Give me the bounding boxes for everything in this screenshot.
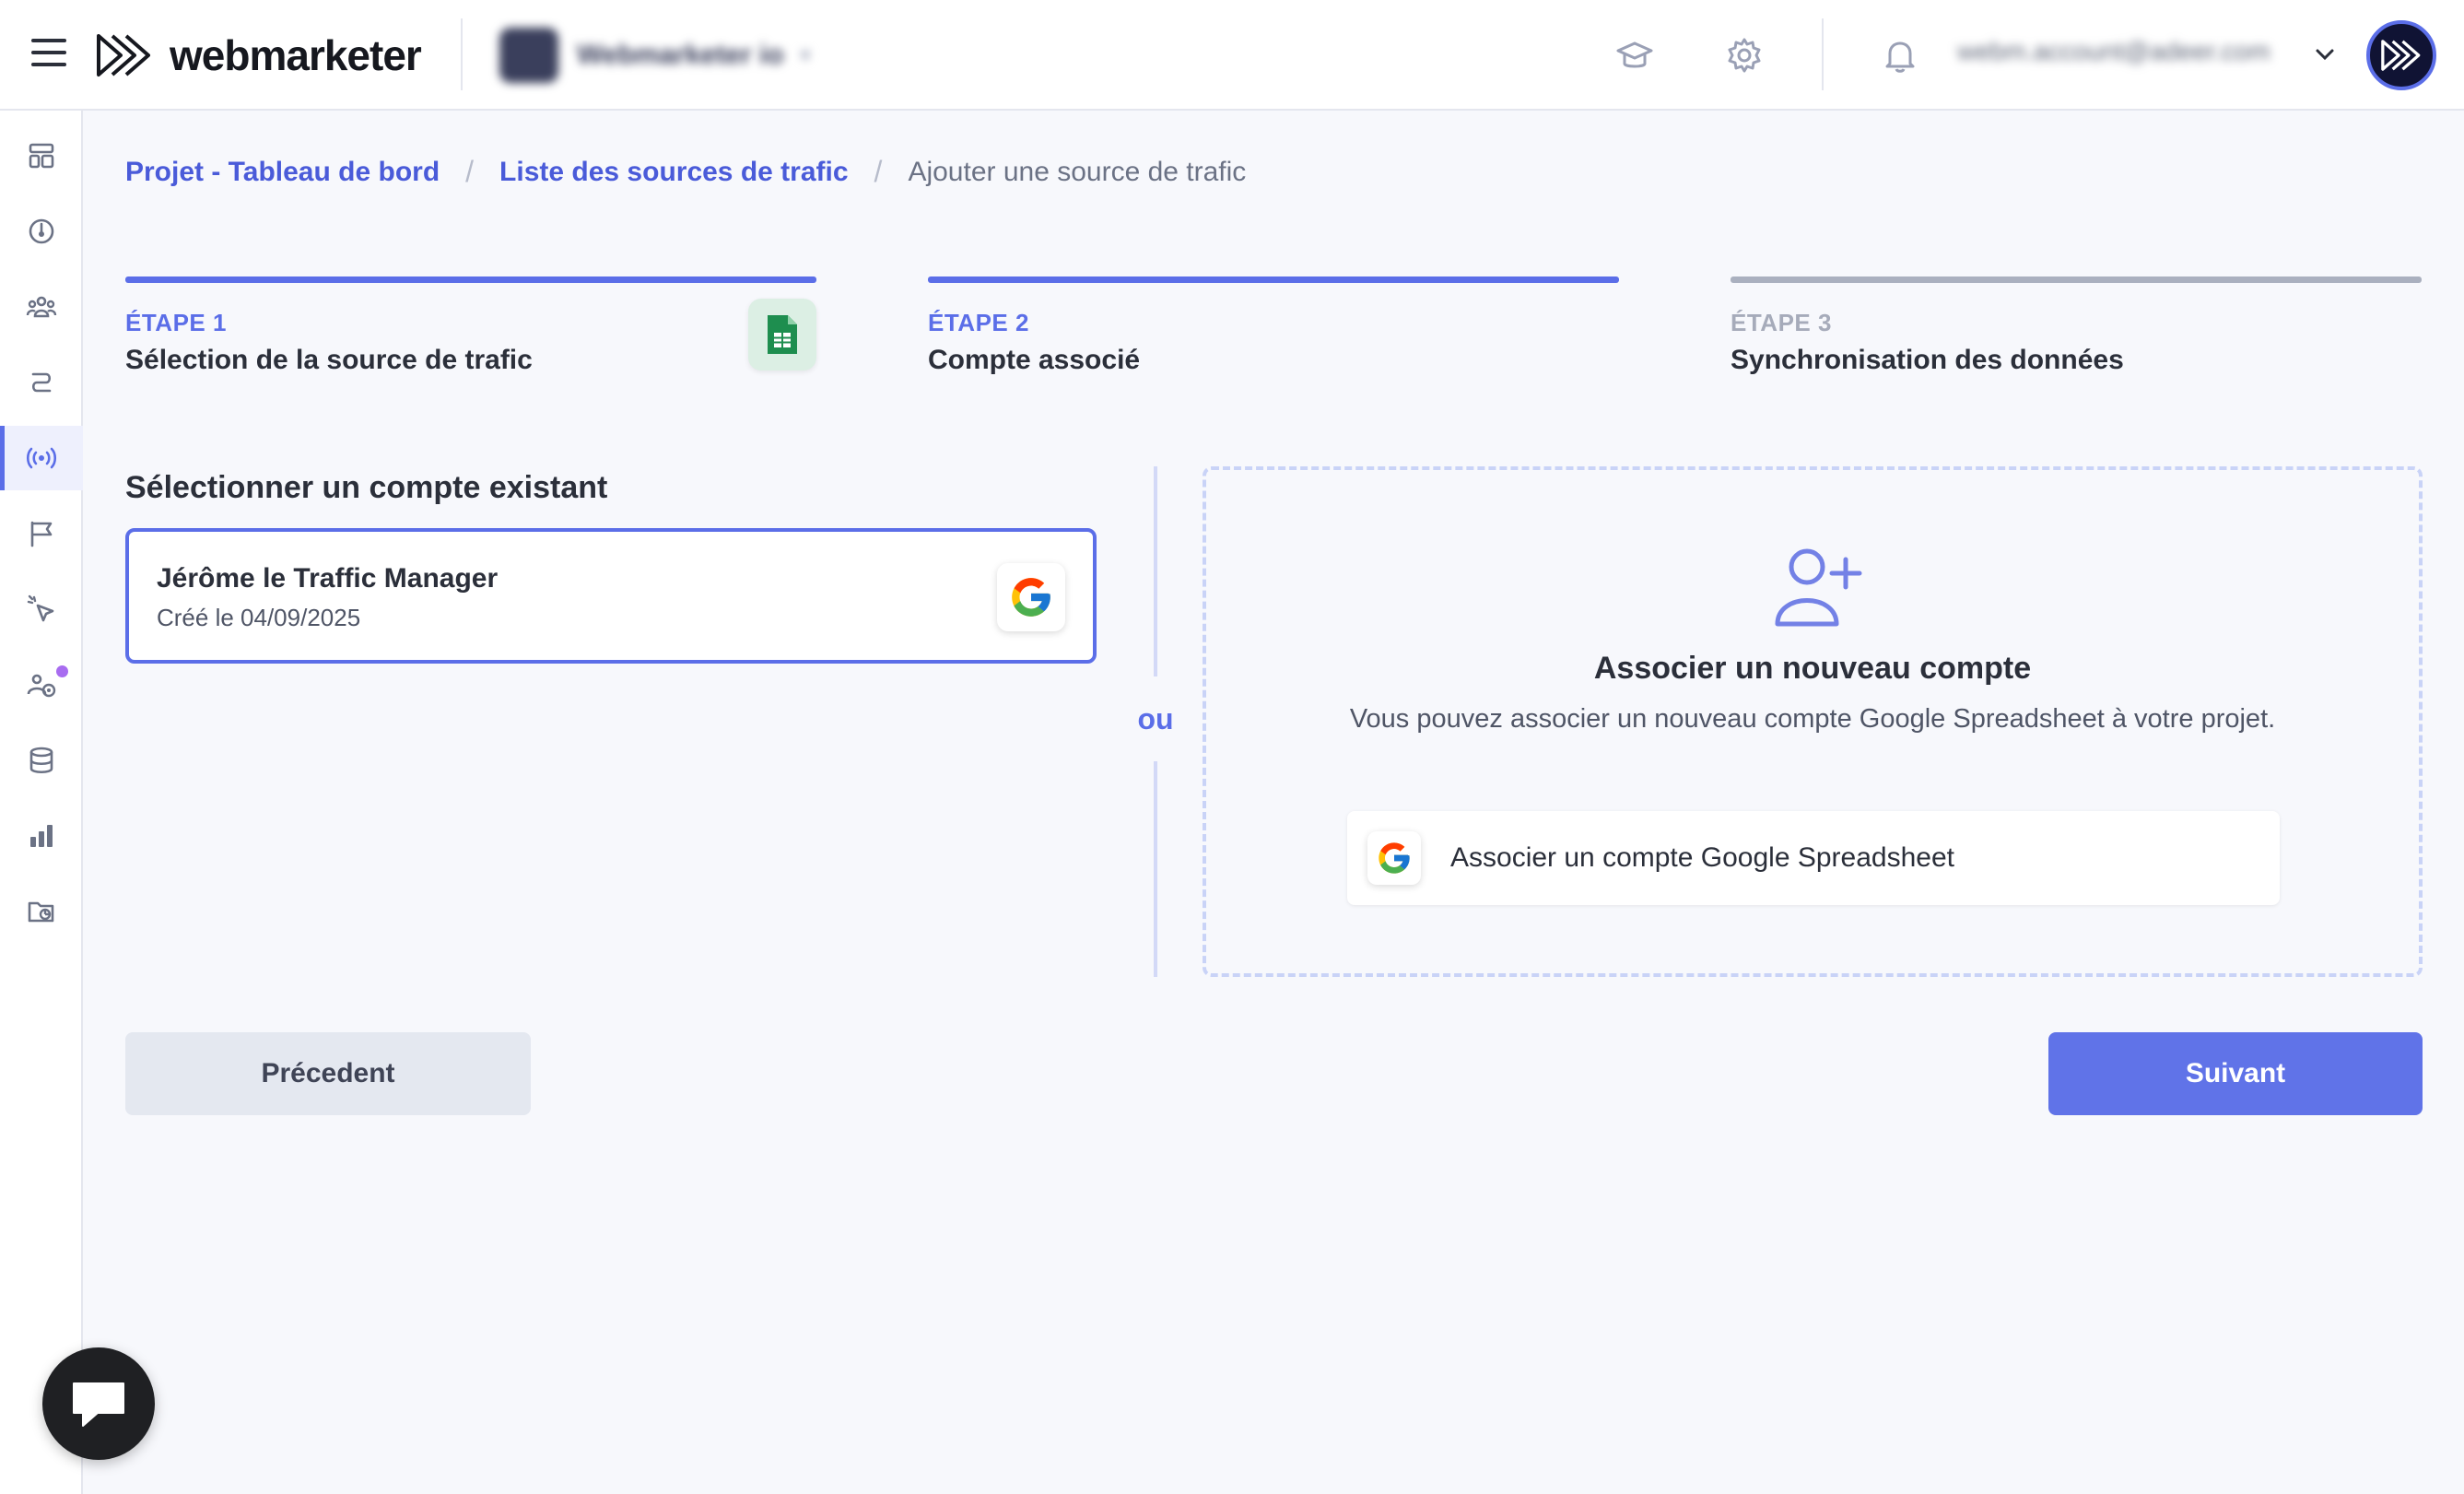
step-progress-bar [125, 276, 816, 283]
step-label: ÉTAPE 2 [928, 309, 1029, 336]
step-label: ÉTAPE 3 [1731, 309, 1832, 336]
step-progress-bar [928, 276, 1619, 283]
chevron-down-icon: ▾ [800, 43, 811, 66]
new-account-description: Vous pouvez associer un nouveau compte G… [1349, 704, 2276, 734]
divider-line [1154, 761, 1157, 977]
step-title: Compte associé [928, 345, 1141, 375]
project-switcher[interactable]: Webmarketer io ▾ [499, 28, 811, 83]
sidebar-item-audiences[interactable] [0, 275, 83, 339]
step-3: ÉTAPE 3 Synchronisation des données [1731, 276, 2422, 376]
gear-icon[interactable] [1724, 35, 1765, 76]
sidebar-item-gauge[interactable] [0, 199, 83, 264]
account-name: Jérôme le Traffic Manager [157, 563, 499, 594]
divider-label: ou [1137, 702, 1174, 735]
header-divider [1822, 18, 1824, 90]
account-created-date: Créé le 04/09/2025 [157, 604, 361, 631]
step-progress-bar [1731, 276, 2422, 283]
graduation-cap-icon[interactable] [1614, 35, 1655, 76]
cursor-click-icon [27, 594, 54, 622]
sidebar-item-reports[interactable] [0, 804, 83, 868]
breadcrumb-item-traffic-sources[interactable]: Liste des sources de trafic [499, 157, 849, 188]
dashboard-icon [29, 143, 54, 169]
breadcrumb-separator: / [465, 155, 475, 188]
sidebar-item-exports[interactable] [0, 879, 83, 944]
logo-icon [2381, 40, 2421, 71]
bell-icon[interactable] [1880, 35, 1920, 76]
next-button[interactable]: Suivant [2048, 1032, 2423, 1115]
associate-google-sheet-label: Associer un compte Google Spreadsheet [1450, 842, 1954, 873]
menu-icon[interactable] [31, 39, 66, 68]
chat-icon [73, 1382, 124, 1427]
new-account-panel: Associer un nouveau compte Vous pouvez a… [1203, 466, 2423, 977]
new-account-title: Associer un nouveau compte [1593, 651, 2032, 686]
logo-icon [97, 34, 150, 76]
project-avatar [499, 28, 558, 83]
add-user-icon [1775, 548, 1862, 627]
breadcrumb: Projet - Tableau de bord / Liste des sou… [125, 155, 1246, 189]
step-2: ÉTAPE 2 Compte associé [928, 276, 1619, 376]
broadcast-icon [26, 447, 57, 469]
step-label: ÉTAPE 1 [125, 309, 227, 336]
sidebar-item-clicks[interactable] [0, 577, 83, 641]
sidebar [0, 111, 83, 1494]
google-icon [997, 563, 1065, 631]
associate-google-sheet-button[interactable]: Associer un compte Google Spreadsheet [1347, 811, 2280, 905]
project-name: Webmarketer io [577, 40, 784, 70]
previous-button[interactable]: Précedent [125, 1032, 531, 1115]
users-icon [26, 296, 57, 318]
flag-icon [30, 521, 53, 547]
app-name: webmarketer [170, 31, 422, 79]
chat-widget-button[interactable] [42, 1347, 155, 1460]
sidebar-item-traffic-sources[interactable] [0, 426, 83, 490]
bar-chart-icon [30, 825, 53, 847]
step-title: Synchronisation des données [1731, 345, 2124, 375]
step-1: ÉTAPE 1 Sélection de la source de trafic [125, 276, 816, 376]
target-users-icon [27, 674, 56, 698]
sidebar-item-dashboard[interactable] [0, 124, 83, 188]
app-logo[interactable]: webmarketer [96, 28, 422, 83]
avatar[interactable] [2366, 20, 2436, 90]
sidebar-item-goals[interactable] [0, 501, 83, 566]
user-email[interactable]: webm.account@adeer.com [1957, 37, 2270, 66]
top-bar: webmarketer Webmarketer io ▾ webm.accoun… [0, 0, 2464, 111]
gauge-icon [29, 218, 54, 244]
route-icon [31, 372, 52, 393]
database-icon [29, 747, 53, 774]
account-card[interactable]: Jérôme le Traffic Manager Créé le 04/09/… [125, 528, 1097, 664]
sidebar-item-data[interactable] [0, 728, 83, 793]
folder-chart-icon [28, 901, 54, 923]
breadcrumb-separator: / [874, 155, 883, 188]
step-title: Sélection de la source de trafic [125, 345, 533, 375]
breadcrumb-current: Ajouter une source de trafic [908, 156, 1247, 187]
header-divider [461, 18, 463, 90]
sidebar-item-journeys[interactable] [0, 350, 83, 415]
google-sheets-icon [748, 299, 816, 371]
breadcrumb-item-dashboard[interactable]: Projet - Tableau de bord [125, 157, 440, 188]
sidebar-item-targeting[interactable] [0, 653, 83, 717]
google-icon [1367, 831, 1421, 885]
existing-account-title: Sélectionner un compte existant [125, 470, 608, 505]
chevron-down-icon[interactable] [2311, 41, 2339, 68]
notification-dot [56, 665, 68, 677]
divider-line [1154, 466, 1157, 676]
